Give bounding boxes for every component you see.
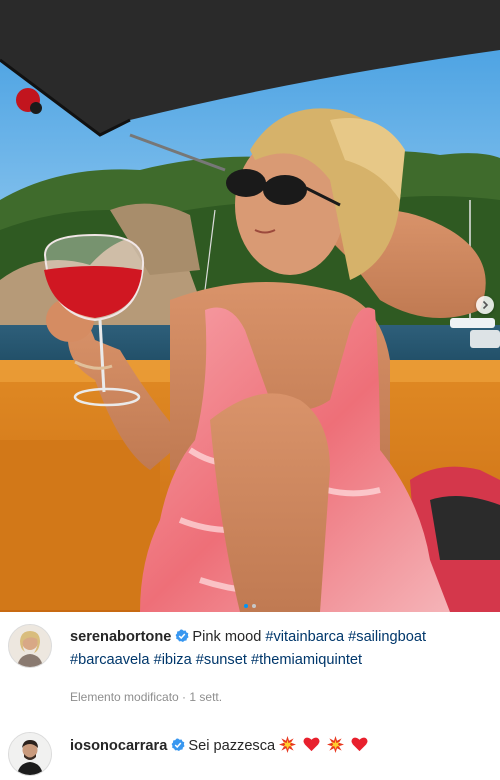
heart-icon bbox=[351, 737, 368, 752]
hashtag-link[interactable]: #themiamiquintet bbox=[251, 652, 362, 668]
carousel-dot bbox=[252, 604, 256, 608]
heart-icon bbox=[303, 737, 320, 752]
caption-body: Pink mood bbox=[192, 629, 262, 645]
post-photo[interactable] bbox=[0, 0, 500, 612]
post-details: serenabortone Pink mood #vitainbarca #sai… bbox=[0, 612, 500, 780]
collision-icon bbox=[327, 736, 345, 753]
hashtag-link[interactable]: #ibiza bbox=[154, 652, 192, 668]
hashtag-link[interactable]: #vitainbarca bbox=[265, 629, 344, 645]
comment-username[interactable]: iosonocarrara bbox=[70, 738, 167, 754]
hashtag-link[interactable]: #sailingboat bbox=[348, 629, 426, 645]
comment-text: iosonocarrara Sei pazzesca bbox=[70, 736, 371, 756]
carousel-dot-active bbox=[244, 604, 248, 608]
hashtag-link[interactable]: #sunset bbox=[196, 652, 247, 668]
carousel-indicator bbox=[0, 604, 500, 608]
author-avatar[interactable] bbox=[8, 624, 52, 668]
verified-badge-icon bbox=[171, 738, 185, 751]
comment-body: Sei pazzesca bbox=[188, 738, 276, 754]
next-comment-partial bbox=[70, 774, 310, 780]
caption-username[interactable]: serenabortone bbox=[70, 629, 171, 645]
verified-badge-icon bbox=[175, 629, 189, 642]
commenter-avatar[interactable] bbox=[8, 732, 52, 776]
hashtag-link[interactable]: #barcaavela bbox=[70, 652, 150, 668]
carousel-next-button[interactable] bbox=[476, 296, 494, 314]
edited-timestamp[interactable]: Elemento modificato · 1 sett. bbox=[70, 690, 222, 704]
collision-icon bbox=[279, 736, 297, 753]
caption-text: serenabortone Pink mood #vitainbarca #sai… bbox=[70, 626, 490, 672]
chevron-right-icon bbox=[482, 300, 489, 310]
